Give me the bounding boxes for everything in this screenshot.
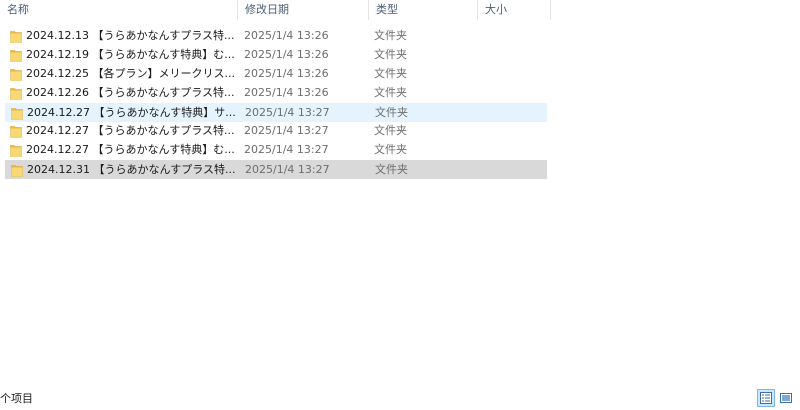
folder-icon	[11, 108, 23, 120]
item-count-text: 个项目	[0, 392, 33, 405]
column-header-bar: 名称 修改日期 类型 大小	[0, 0, 800, 22]
folder-icon	[10, 88, 22, 100]
file-name: 2024.12.25 【各プラン】メリークリス...	[26, 67, 235, 80]
file-row[interactable]: 2024.12.26 【うらあかなんすプラス特... 2025/1/4 13:26…	[5, 84, 547, 103]
file-type: 文件夹	[375, 106, 408, 119]
folder-icon	[10, 31, 22, 43]
file-date-modified: 2025/1/4 13:26	[244, 67, 329, 80]
details-view-icon	[760, 392, 772, 404]
file-type: 文件夹	[375, 163, 408, 176]
file-name: 2024.12.27 【うらあかなんす特典】む...	[26, 143, 235, 156]
file-date-modified: 2025/1/4 13:27	[245, 106, 330, 119]
folder-icon	[10, 126, 22, 138]
column-header-name[interactable]: 名称	[0, 0, 238, 22]
file-type: 文件夹	[374, 67, 407, 80]
file-row[interactable]: 2024.12.31 【うらあかなんすプラス特... 2025/1/4 13:27…	[5, 160, 547, 179]
file-row[interactable]: 2024.12.27 【うらあかなんす特典】む... 2025/1/4 13:27…	[5, 141, 547, 160]
folder-icon	[10, 69, 22, 81]
details-view-button[interactable]	[757, 389, 775, 407]
file-date-modified: 2025/1/4 13:26	[244, 29, 329, 42]
file-row[interactable]: 2024.12.25 【各プラン】メリークリス... 2025/1/4 13:26…	[5, 65, 547, 84]
file-name: 2024.12.13 【うらあかなんすプラス特...	[26, 29, 235, 42]
file-name: 2024.12.19 【うらあかなんす特典】む...	[26, 48, 235, 61]
large-icons-view-button[interactable]	[777, 389, 795, 407]
file-name: 2024.12.27 【うらあかなんすプラス特...	[26, 124, 235, 137]
file-date-modified: 2025/1/4 13:26	[244, 48, 329, 61]
file-row[interactable]: 2024.12.27 【うらあかなんすプラス特... 2025/1/4 13:27…	[5, 122, 547, 141]
folder-icon	[11, 165, 23, 177]
file-explorer-window: 名称 修改日期 类型 大小 2024.12.13 【うらあかなんすプラス特...…	[0, 0, 800, 410]
status-bar: 个项目	[0, 388, 800, 410]
file-row[interactable]: 2024.12.19 【うらあかなんす特典】む... 2025/1/4 13:26…	[5, 46, 547, 65]
file-row[interactable]: 2024.12.13 【うらあかなんすプラス特... 2025/1/4 13:26…	[5, 27, 547, 46]
file-type: 文件夹	[374, 86, 407, 99]
column-header-type[interactable]: 类型	[369, 0, 478, 22]
file-name: 2024.12.26 【うらあかなんすプラス特...	[26, 86, 235, 99]
file-date-modified: 2025/1/4 13:26	[244, 86, 329, 99]
file-date-modified: 2025/1/4 13:27	[244, 124, 329, 137]
file-type: 文件夹	[374, 29, 407, 42]
column-header-date-modified[interactable]: 修改日期	[238, 0, 369, 22]
file-date-modified: 2025/1/4 13:27	[244, 143, 329, 156]
file-name: 2024.12.27 【うらあかなんす特典】サ...	[27, 106, 236, 119]
file-type: 文件夹	[374, 143, 407, 156]
folder-icon	[10, 145, 22, 157]
column-header-size[interactable]: 大小	[478, 0, 551, 22]
large-icons-view-icon	[780, 393, 792, 403]
file-row[interactable]: 2024.12.27 【うらあかなんす特典】サ... 2025/1/4 13:27…	[5, 103, 547, 122]
folder-icon	[10, 50, 22, 62]
file-date-modified: 2025/1/4 13:27	[245, 163, 330, 176]
file-name: 2024.12.31 【うらあかなんすプラス特...	[27, 163, 236, 176]
file-type: 文件夹	[374, 48, 407, 61]
file-type: 文件夹	[374, 124, 407, 137]
